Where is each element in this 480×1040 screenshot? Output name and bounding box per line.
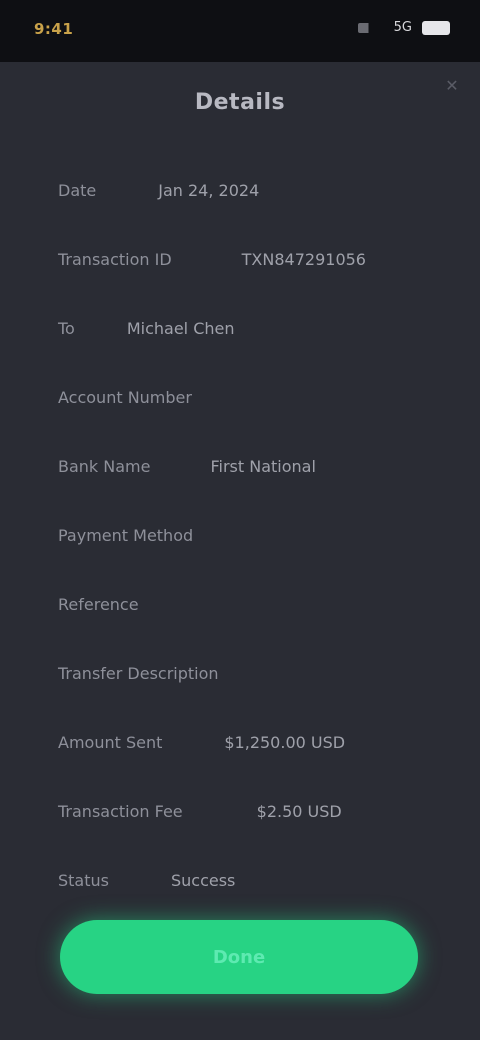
status-right: 5G	[357, 20, 450, 35]
detail-label: Transaction ID	[58, 250, 172, 269]
detail-row: Reference	[58, 570, 438, 639]
done-button[interactable]: Done	[60, 920, 418, 994]
detail-row: To Michael Chen	[58, 294, 438, 363]
detail-row: Bank Name First National	[58, 432, 438, 501]
detail-value: TXN847291056	[241, 250, 366, 269]
battery-icon	[422, 20, 450, 35]
detail-label: Bank Name	[58, 457, 151, 476]
detail-row: Transaction ID TXN847291056	[58, 225, 438, 294]
detail-label: Account Number	[58, 388, 192, 407]
detail-value: $1,250.00 USD	[224, 733, 346, 752]
detail-row: Transfer Description	[58, 639, 438, 708]
details-sheet: ✕ Details Date Jan 24, 2024 Transaction ID…	[0, 62, 480, 1040]
detail-label: To	[58, 319, 75, 338]
detail-value: $2.50 USD	[256, 802, 342, 821]
detail-row: Date Jan 24, 2024	[58, 156, 438, 225]
page-title: Details	[194, 90, 286, 115]
detail-row: Amount Sent $1,250.00 USD	[58, 708, 438, 777]
detail-row: Status Success	[58, 846, 438, 915]
detail-value: Success	[170, 871, 236, 890]
detail-label: Reference	[58, 595, 139, 614]
detail-value: Michael Chen	[126, 319, 235, 338]
detail-label: Amount Sent	[58, 733, 163, 752]
detail-row: Transaction Fee $2.50 USD	[58, 777, 438, 846]
status-bar: 9:41 5G	[0, 0, 480, 62]
detail-row: Payment Method	[58, 501, 438, 570]
detail-label: Status	[58, 871, 109, 890]
signal-icon	[357, 22, 384, 33]
detail-label: Transaction Fee	[58, 802, 183, 821]
status-time: 9:41	[34, 20, 74, 38]
detail-label: Transfer Description	[58, 664, 219, 683]
detail-label: Payment Method	[58, 526, 194, 545]
detail-value: First National	[210, 457, 316, 476]
details-list: Date Jan 24, 2024 Transaction ID TXN8472910…	[58, 156, 438, 915]
detail-value: Jan 24, 2024	[158, 181, 260, 200]
screen: 9:41 5G ✕ Details Date Jan 24, 2024 Transa…	[0, 0, 480, 1040]
detail-label: Date	[58, 181, 97, 200]
network-label: 5G	[393, 20, 412, 35]
detail-row: Account Number	[58, 363, 438, 432]
